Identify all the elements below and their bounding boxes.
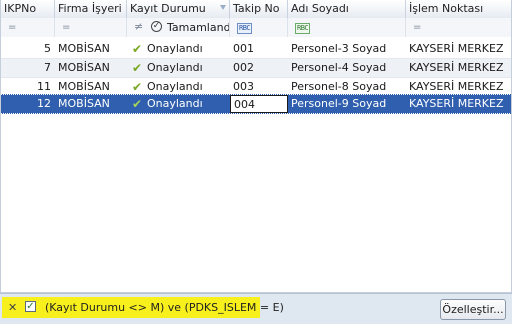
equals-operator-icon[interactable]: = — [8, 23, 16, 33]
filter-expression-text[interactable]: (Kayıt Durumu <> M) ve (PDKS_ISLEM = E) — [45, 297, 284, 318]
close-filter-icon[interactable]: ✕ — [8, 301, 17, 314]
column-header-label: Takip No — [233, 2, 280, 15]
text-filter-icon[interactable]: RBC — [295, 23, 311, 34]
not-equals-operator-icon[interactable]: ≠ — [134, 21, 143, 33]
check-icon: ✔ — [132, 97, 143, 111]
column-header-firma[interactable]: Firma İşyeri — [55, 0, 127, 18]
status-text: Onaylandı — [147, 97, 203, 110]
cell-islem-noktasi: KAYSERİ MERKEZ — [409, 61, 504, 74]
cell-adi-soyadi: Personel-9 Soyad — [291, 97, 387, 110]
filter-indicator-icon[interactable] — [220, 5, 226, 10]
status-text: Onaylandı — [147, 42, 203, 55]
clock-icon: ✓ — [151, 21, 162, 32]
check-icon: ✔ — [132, 61, 143, 75]
cell-islem-noktasi: KAYSERİ MERKEZ — [409, 97, 504, 110]
column-header-takip-no[interactable]: Takip No — [230, 0, 288, 18]
column-header-label: Firma İşyeri — [58, 2, 122, 15]
filter-cell-firma[interactable]: = — [55, 18, 127, 37]
filter-cell-kayit-durumu[interactable]: ≠ ✓ Tamamlandı — [127, 18, 230, 37]
filter-expression-bar[interactable]: ✕ ✓ (Kayıt Durumu <> M) ve (PDKS_ISLEM =… — [2, 297, 284, 318]
cell-firma: MOBİSAN — [58, 42, 110, 55]
equals-operator-icon[interactable]: = — [413, 23, 421, 33]
table-row-selected[interactable]: 12 MOBİSAN ✔ Onaylandı 004 Personel-9 Soy… — [1, 94, 511, 114]
cell-adi-soyadi: Personel-4 Soyad — [291, 61, 387, 74]
column-header-ikpno[interactable]: IKPNo — [1, 0, 55, 18]
cell-kayit-durumu: ✔ Onaylandı — [127, 40, 230, 58]
cell-takip-no: 001 — [233, 42, 254, 55]
cell-kayit-durumu: ✔ Onaylandı — [127, 95, 230, 113]
cell-kayit-durumu: ✔ Onaylandı — [127, 59, 230, 77]
data-grid[interactable]: IKPNo Firma İşyeri Kayıt Durumu Takip No… — [0, 0, 512, 293]
check-icon: ✔ — [132, 80, 143, 94]
column-header-islem-noktasi[interactable]: İşlem Noktası — [406, 0, 511, 18]
filter-value: Tamamlandı — [167, 21, 230, 34]
header-separator — [1, 37, 511, 39]
column-header-kayit-durumu[interactable]: Kayıt Durumu — [127, 0, 230, 18]
filter-panel: ✕ ✓ (Kayıt Durumu <> M) ve (PDKS_ISLEM =… — [0, 293, 512, 324]
cell-adi-soyadi: Personel-3 Soyad — [291, 42, 387, 55]
filter-enabled-checkbox[interactable]: ✓ — [25, 301, 36, 312]
column-header-label: IKPNo — [4, 2, 37, 15]
cell-firma: MOBİSAN — [58, 97, 110, 110]
column-header-adi-soyadi[interactable]: Adı Soyadı — [288, 0, 406, 18]
filter-cell-adi-soyadi[interactable]: RBC — [288, 18, 406, 37]
column-header-row: IKPNo Firma İşyeri Kayıt Durumu Takip No… — [1, 0, 511, 19]
customize-button[interactable]: Özelleştir... — [440, 299, 506, 320]
column-header-label: Kayıt Durumu — [130, 2, 206, 15]
check-icon: ✔ — [132, 42, 143, 56]
column-header-label: Adı Soyadı — [291, 2, 349, 15]
equals-operator-icon[interactable]: = — [62, 23, 70, 33]
column-header-label: İşlem Noktası — [409, 2, 484, 15]
cell-firma: MOBİSAN — [58, 61, 110, 74]
cell-ikpno: 12 — [37, 97, 51, 110]
table-row[interactable]: 5 MOBİSAN ✔ Onaylandı 001 Personel-3 Soya… — [1, 40, 511, 59]
cell-islem-noktasi: KAYSERİ MERKEZ — [409, 42, 504, 55]
cell-takip-no-focused[interactable]: 004 — [230, 95, 288, 113]
cell-ikpno: 5 — [44, 42, 51, 55]
table-row[interactable]: 7 MOBİSAN ✔ Onaylandı 002 Personel-4 Soya… — [1, 59, 511, 78]
auto-filter-row: = = ≠ ✓ Tamamlandı RBC RBC = — [1, 18, 511, 38]
filter-cell-takip-no[interactable]: RBC — [230, 18, 288, 37]
cell-ikpno: 7 — [44, 61, 51, 74]
filter-cell-islem-noktasi[interactable]: = — [406, 18, 511, 37]
text-filter-icon[interactable]: RBC — [237, 23, 253, 34]
filter-cell-ikpno[interactable]: = — [1, 18, 55, 37]
cell-takip-no: 002 — [233, 61, 254, 74]
status-text: Onaylandı — [147, 61, 203, 74]
